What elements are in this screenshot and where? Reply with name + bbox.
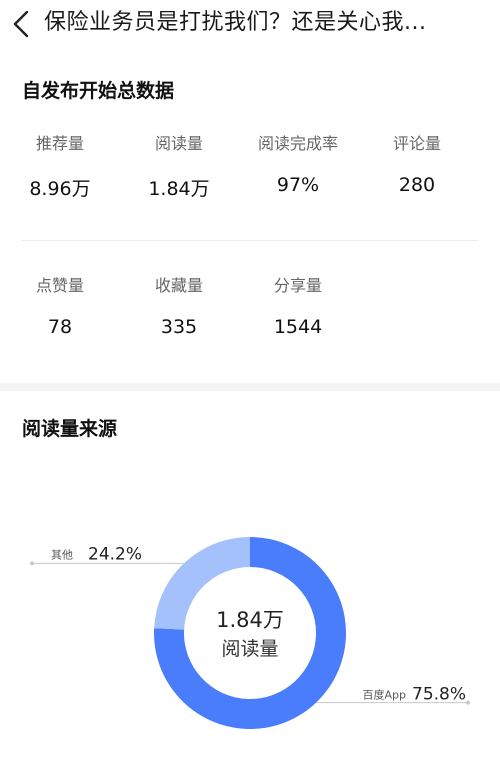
donut-label-name-0: 百度App bbox=[363, 688, 407, 702]
stat-label-reads: 阅读量 bbox=[154, 134, 203, 153]
donut-center-label: 阅读量 bbox=[221, 638, 278, 660]
section-separator bbox=[0, 383, 500, 391]
donut-leader-dot-0 bbox=[466, 700, 470, 705]
stat-label-comments: 评论量 bbox=[392, 134, 441, 153]
overview-section-title: 自发布开始总数据 bbox=[22, 80, 175, 102]
donut-label-1: 其他 24.2% bbox=[30, 544, 184, 566]
donut-label-value-0: 75.8% bbox=[412, 685, 466, 705]
donut-center-value: 1.84万 bbox=[216, 608, 284, 632]
stat-value-shares: 1544 bbox=[273, 316, 323, 338]
header-bar: 保险业务员是打扰我们？还是关心我... bbox=[0, 0, 500, 48]
stat-label-recommend: 推荐量 bbox=[35, 134, 84, 153]
stat-value-likes: 78 bbox=[47, 316, 73, 338]
read-source-donut-chart: 百度App 75.8% 其他 24.2% 1.84万阅读量 bbox=[30, 537, 470, 729]
stat-label-completion-rate: 阅读完成率 bbox=[257, 134, 338, 153]
stat-label-likes: 点赞量 bbox=[35, 276, 84, 295]
stat-value-recommend: 8.96万 bbox=[29, 178, 91, 200]
article-title: 保险业务员是打扰我们？还是关心我... bbox=[44, 10, 427, 35]
donut-label-value-1: 24.2% bbox=[88, 544, 142, 564]
stats-divider bbox=[22, 240, 478, 241]
source-section-title: 阅读量来源 bbox=[22, 418, 118, 440]
donut-label-name-1: 其他 bbox=[51, 548, 73, 561]
donut-leader-dot-1 bbox=[30, 561, 34, 566]
back-arrow-icon[interactable] bbox=[10, 9, 32, 39]
stat-label-shares: 分享量 bbox=[273, 276, 322, 295]
stat-value-comments: 280 bbox=[398, 174, 436, 196]
stat-value-favorites: 335 bbox=[160, 316, 198, 338]
stat-value-reads: 1.84万 bbox=[148, 178, 210, 200]
stat-label-favorites: 收藏量 bbox=[154, 276, 203, 295]
stat-value-completion-rate: 97% bbox=[276, 174, 320, 196]
donut-label-0: 百度App 75.8% bbox=[316, 685, 470, 705]
